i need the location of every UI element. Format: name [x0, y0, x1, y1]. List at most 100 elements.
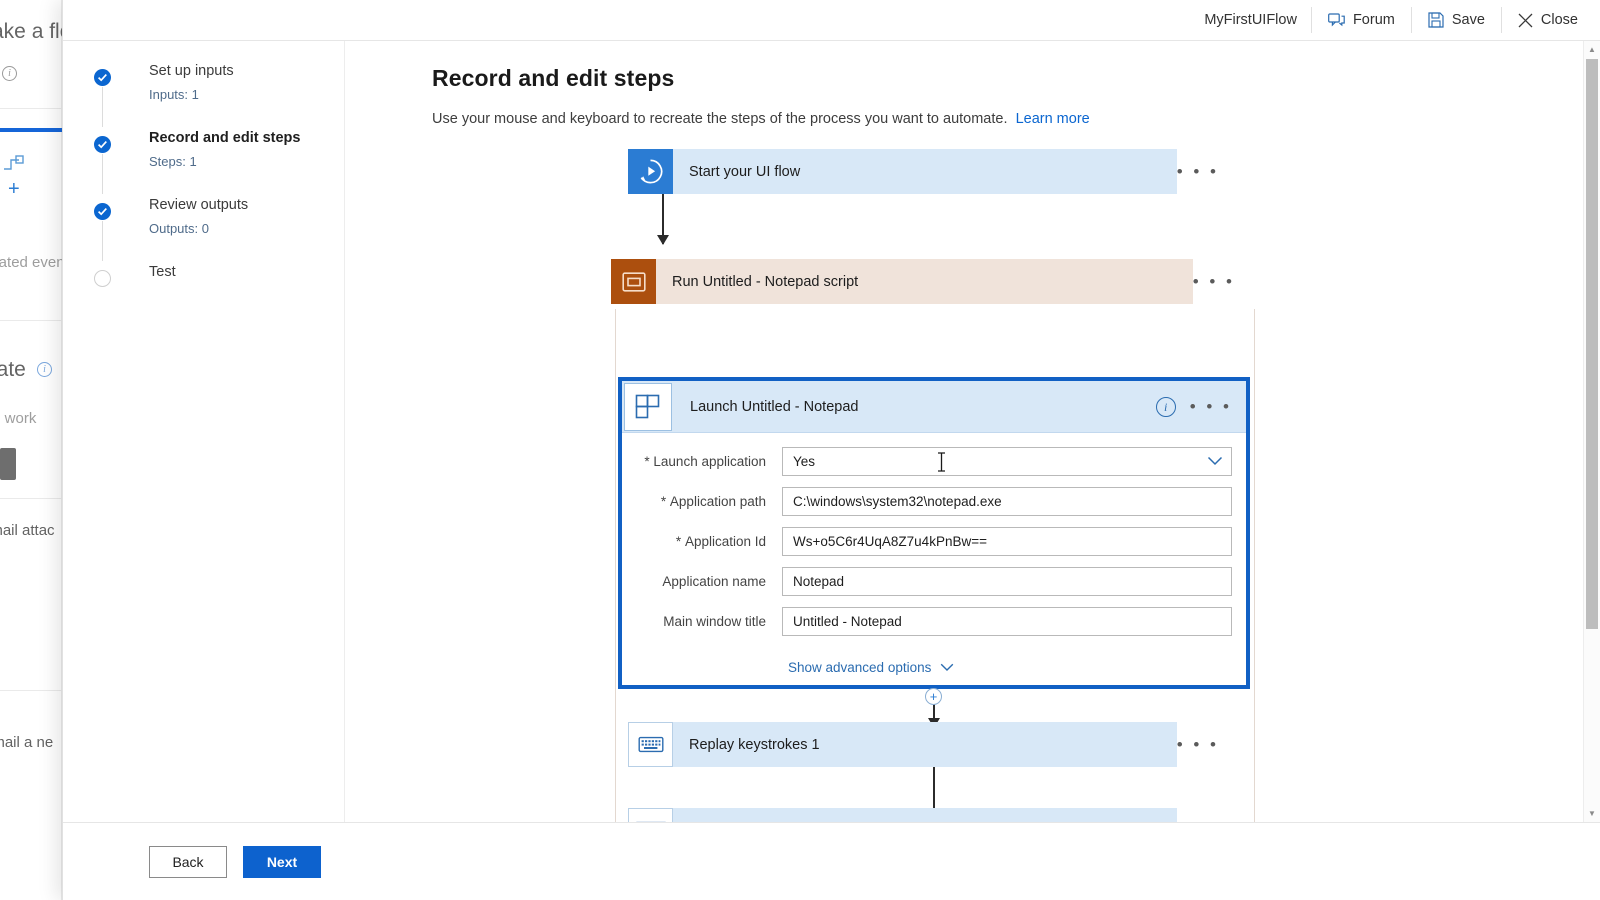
- chevron-down-icon: [1207, 454, 1223, 469]
- field-label: * Launch application: [636, 454, 782, 469]
- launch-application-select[interactable]: Yes: [782, 447, 1232, 476]
- page-description: Use your mouse and keyboard to recreate …: [432, 111, 1090, 127]
- save-label: Save: [1452, 12, 1485, 28]
- field-value: Untitled - Notepad: [793, 614, 902, 629]
- background-text-fragment: email attac: [0, 522, 55, 539]
- background-thumbnail: [0, 448, 16, 480]
- field-label-text: Application Id: [685, 534, 766, 549]
- vertical-scrollbar[interactable]: ▲ ▼: [1583, 41, 1600, 822]
- action-card-header: Launch Untitled - Notepad i • • •: [622, 381, 1246, 433]
- background-divider: [0, 108, 62, 109]
- scroll-up-icon[interactable]: ▲: [1584, 41, 1600, 58]
- field-label: Main window title: [636, 614, 782, 629]
- background-text-fragment: email a ne: [0, 734, 53, 751]
- flow-node-menu-button[interactable]: • • •: [1193, 272, 1249, 292]
- save-button[interactable]: Save: [1412, 0, 1501, 41]
- flow-node-insert-text-input[interactable]: Abc Insert text input 1 • • •: [628, 808, 1233, 822]
- flow-node-label: Replay keystrokes 1: [673, 722, 1177, 767]
- wizard-step-title: Review outputs: [149, 197, 344, 214]
- step-complete-icon: [94, 69, 111, 86]
- wizard-step-title: Record and edit steps: [149, 130, 344, 147]
- scrollbar-thumb[interactable]: [1586, 59, 1598, 629]
- form-row-launch-application: * Launch application Yes: [636, 447, 1232, 476]
- background-divider: [0, 320, 62, 321]
- add-icon: +: [8, 178, 20, 201]
- required-marker: *: [676, 534, 681, 549]
- step-pending-icon: [94, 270, 111, 287]
- field-label-text: Application path: [670, 494, 766, 509]
- show-advanced-options-label: Show advanced options: [788, 660, 931, 675]
- step-complete-icon: [94, 136, 111, 153]
- form-row-application-path: * Application path C:\windows\system32\n…: [636, 487, 1232, 516]
- form-row-application-name: Application name Notepad: [636, 567, 1232, 596]
- play-circle-icon: [628, 149, 673, 194]
- next-button[interactable]: Next: [243, 846, 321, 878]
- application-name-input[interactable]: Notepad: [782, 567, 1232, 596]
- info-icon: i: [2, 66, 17, 81]
- wizard-step-subtitle: Steps: 1: [149, 154, 344, 169]
- required-marker: *: [661, 494, 666, 509]
- flow-shape-icon: [2, 155, 24, 180]
- wizard-connector: [102, 221, 103, 261]
- wizard-step-title: Test: [149, 264, 344, 281]
- dialog-header: MyFirstUIFlow Forum Save Close: [63, 0, 1600, 41]
- main-window-title-input[interactable]: Untitled - Notepad: [782, 607, 1232, 636]
- field-value: Notepad: [793, 574, 844, 589]
- show-advanced-options-toggle[interactable]: Show advanced options: [788, 660, 954, 675]
- field-label: * Application path: [636, 494, 782, 509]
- application-path-input[interactable]: C:\windows\system32\notepad.exe: [782, 487, 1232, 516]
- wizard-connector: [102, 87, 103, 127]
- flow-node-replay-keystrokes[interactable]: Replay keystrokes 1 • • •: [628, 722, 1233, 767]
- wizard-step-test[interactable]: Test: [63, 264, 344, 325]
- background-selected-indicator: [0, 128, 62, 132]
- action-card-menu-button[interactable]: • • •: [1190, 397, 1246, 417]
- field-value: Yes: [793, 454, 815, 469]
- background-text-fragment: ake a flo: [0, 20, 71, 44]
- flow-node-menu-button[interactable]: • • •: [1177, 735, 1233, 755]
- abc-icon: Abc: [628, 808, 673, 822]
- add-step-button[interactable]: +: [925, 688, 942, 705]
- step-complete-icon: [94, 203, 111, 220]
- wizard-step-subtitle: Inputs: 1: [149, 87, 344, 102]
- forum-label: Forum: [1353, 12, 1395, 28]
- forum-button[interactable]: Forum: [1312, 0, 1411, 41]
- save-icon: [1428, 12, 1444, 28]
- close-icon: [1518, 13, 1533, 28]
- page-title: Record and edit steps: [432, 65, 674, 92]
- flow-connector-arrow: [662, 194, 664, 244]
- field-value: Ws+o5C6r4UqA8Z7u4kPnBw==: [793, 534, 987, 549]
- flow-node-menu-button[interactable]: • • •: [1177, 162, 1233, 182]
- forum-icon: [1328, 13, 1345, 28]
- close-label: Close: [1541, 12, 1578, 28]
- info-icon: i: [37, 362, 52, 377]
- back-button[interactable]: Back: [149, 846, 227, 878]
- scroll-down-icon[interactable]: ▼: [1584, 805, 1600, 822]
- flow-node-run-script[interactable]: Run Untitled - Notepad script • • •: [611, 259, 1249, 304]
- keyboard-icon: [628, 722, 673, 767]
- application-id-input[interactable]: Ws+o5C6r4UqA8Z7u4kPnBw==: [782, 527, 1232, 556]
- wizard-step-set-up-inputs[interactable]: Set up inputs Inputs: 1: [63, 63, 344, 124]
- wizard-steps-rail: Set up inputs Inputs: 1 Record and edit …: [63, 41, 345, 900]
- close-button[interactable]: Close: [1502, 0, 1600, 41]
- flow-node-start[interactable]: Start your UI flow • • •: [628, 149, 1233, 194]
- chevron-down-icon: [940, 660, 954, 675]
- wizard-step-record-and-edit-steps[interactable]: Record and edit steps Steps: 1: [63, 130, 344, 191]
- field-value: C:\windows\system32\notepad.exe: [793, 494, 1002, 509]
- form-row-application-id: * Application Id Ws+o5C6r4UqA8Z7u4kPnBw=…: [636, 527, 1232, 556]
- background-text-fragment: late: [0, 358, 26, 382]
- wizard-step-title: Set up inputs: [149, 63, 344, 80]
- action-card-title: Launch Untitled - Notepad: [672, 399, 1156, 415]
- flow-canvas: Start your UI flow • • • Run Untitled - …: [346, 149, 1580, 822]
- field-label: * Application Id: [636, 534, 782, 549]
- form-row-main-window-title: Main window title Untitled - Notepad: [636, 607, 1232, 636]
- background-text-fragment: gnated even: [0, 254, 65, 271]
- required-marker: *: [644, 454, 649, 469]
- flow-name-label: MyFirstUIFlow: [1190, 12, 1311, 28]
- wizard-step-subtitle: Outputs: 0: [149, 221, 344, 236]
- wizard-step-review-outputs[interactable]: Review outputs Outputs: 0: [63, 197, 344, 258]
- info-icon[interactable]: i: [1156, 397, 1176, 417]
- action-card-launch-notepad[interactable]: Launch Untitled - Notepad i • • • * Laun…: [618, 377, 1250, 689]
- learn-more-link[interactable]: Learn more: [1016, 111, 1090, 127]
- main-panel: Record and edit steps Use your mouse and…: [346, 41, 1600, 822]
- flow-node-label: Start your UI flow: [673, 149, 1177, 194]
